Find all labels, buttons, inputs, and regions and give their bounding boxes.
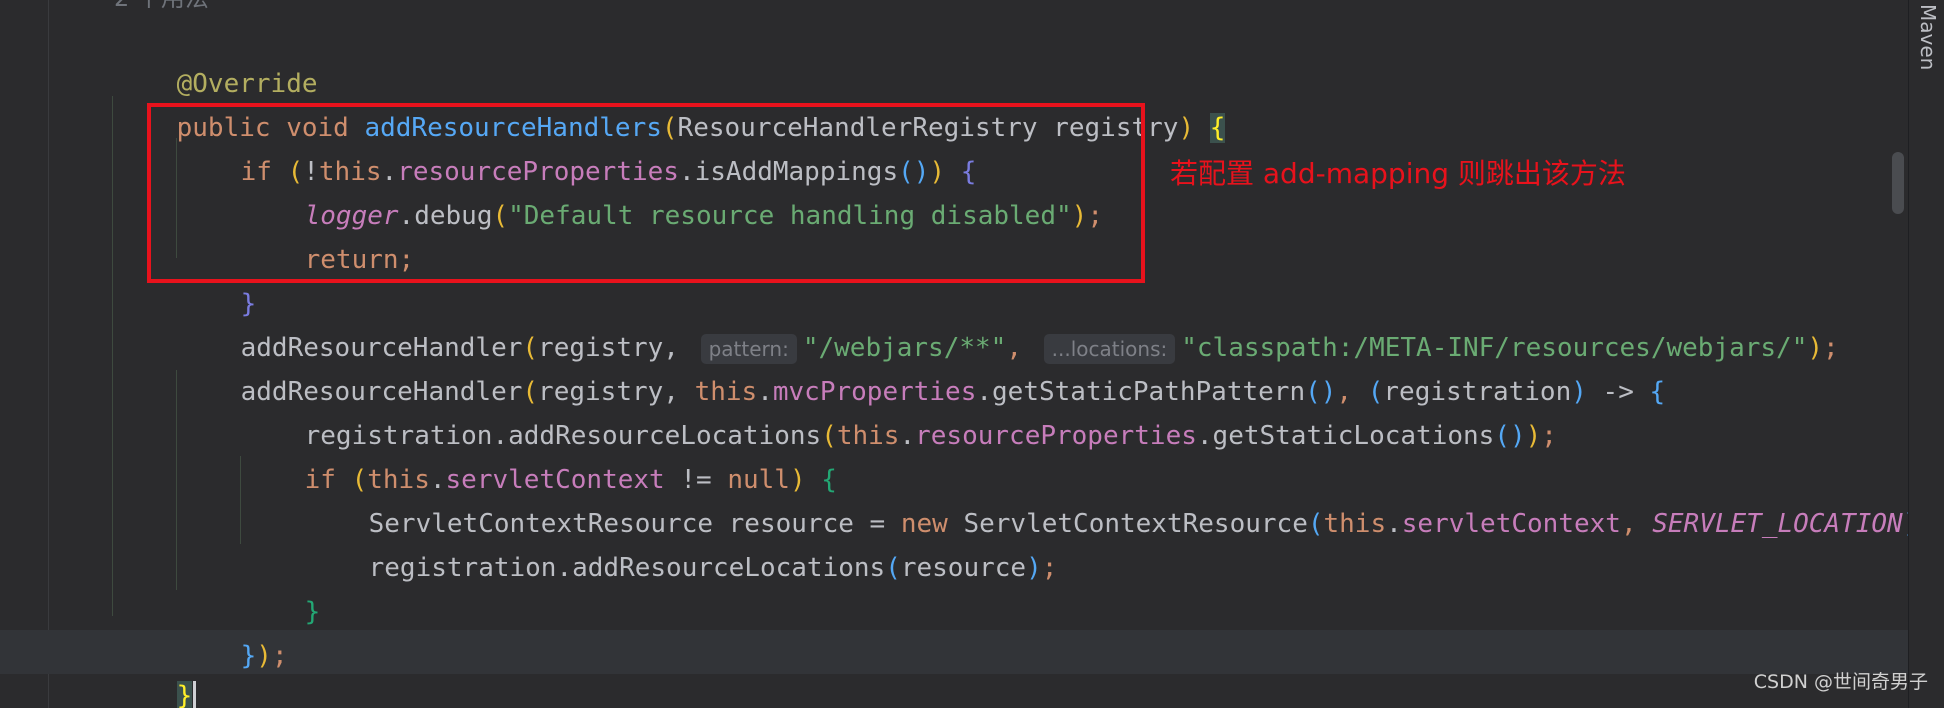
code-line-close-if-servlet[interactable]: } — [242, 546, 321, 627]
brace-token: } — [304, 597, 321, 627]
arg-token: resource — [900, 553, 1027, 583]
highlight-box — [147, 103, 1145, 283]
code-line-static-handler[interactable]: addResourceHandler(registry, this.mvcPro… — [178, 326, 1666, 407]
constant-token: SERVLET_LOCATION — [1652, 509, 1903, 539]
semicolon-token: ; — [1823, 333, 1839, 363]
brace-token: } — [240, 641, 257, 671]
code-line-add-static-locations[interactable]: registration.addResourceLocations(this.r… — [242, 370, 1557, 451]
code-line-method-signature[interactable]: public void addResourceHandlers(Resource… — [114, 62, 1226, 143]
code-editor[interactable]: 2 个用法 @Override public void addResourceH… — [0, 0, 1944, 708]
paren-token: ) — [1807, 333, 1824, 363]
indent-guide — [176, 370, 177, 590]
indent-guide — [240, 456, 241, 544]
field-token: resourceProperties — [915, 421, 1197, 451]
right-tool-strip — [1908, 0, 1944, 708]
watermark: CSDN @世间奇男子 — [1753, 671, 1928, 693]
brace-token: { — [1649, 377, 1666, 407]
paren-token: () — [1494, 421, 1526, 451]
matched-brace: } — [176, 681, 193, 708]
paren-token: ) — [1026, 553, 1042, 583]
semicolon-token: ; — [271, 641, 288, 671]
paren-token: ) — [256, 641, 272, 671]
paren-token: ( — [885, 553, 901, 583]
code-line-new-resource[interactable]: ServletContextResource resource = new Se… — [306, 458, 1934, 539]
paren-token: ( — [1307, 509, 1324, 539]
dot-token: . — [1386, 509, 1402, 539]
comma-token: , — [1620, 509, 1653, 539]
indent-guide — [112, 96, 113, 616]
gutter-divider — [48, 0, 49, 708]
paren-token: ) — [1178, 113, 1195, 143]
usages-hint[interactable]: 2 个用法 — [114, 0, 209, 13]
maven-tool-tab[interactable]: Maven — [1916, 4, 1940, 70]
keyword-token: this — [1323, 509, 1387, 539]
method-call-token: registration.addResourceLocations — [368, 553, 886, 583]
code-line-close-method[interactable]: } — [114, 630, 197, 708]
semicolon-token: ; — [1541, 421, 1557, 451]
semicolon-token: ; — [1041, 553, 1058, 583]
field-token: servletContext — [1401, 509, 1621, 539]
matched-brace: { — [1209, 113, 1226, 143]
code-line-add-resource[interactable]: registration.addResourceLocations(resour… — [306, 502, 1058, 583]
code-line-override[interactable]: @Override — [114, 18, 318, 99]
code-line-close-lambda[interactable]: }); — [178, 590, 288, 671]
keyword-token: this — [836, 421, 900, 451]
dot-token: . — [899, 421, 916, 451]
code-line-webjars-handler[interactable]: addResourceHandler(registry, pattern: "/w… — [178, 282, 1839, 364]
code-line-if-servlet-context[interactable]: if (this.servletContext != null) { — [242, 414, 837, 495]
text-caret — [193, 680, 197, 708]
annotation-note: 若配置 add-mapping 则跳出该方法 — [1170, 157, 1626, 190]
vertical-scrollbar-thumb[interactable] — [1892, 152, 1904, 214]
paren-token: ) — [1571, 377, 1587, 407]
paren-token: ) — [1525, 421, 1542, 451]
arrow-token: -> — [1586, 377, 1650, 407]
method-call-token: .getStaticLocations — [1196, 421, 1495, 451]
